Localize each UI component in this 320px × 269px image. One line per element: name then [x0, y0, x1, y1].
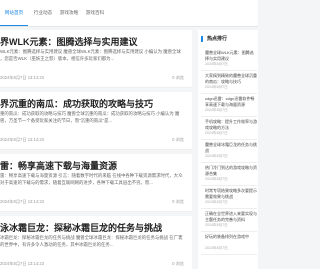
sidebar-list-item[interactable]: 魔兽全球WLK元素：图腾选择与实用建议 2024年8月7日 — [201, 48, 257, 71]
sidebar-list-item[interactable]: 大家搞到精致的魔兽全球沉重的南瓜：攻略与技巧 2024年8月7日 — [201, 71, 257, 94]
sidebar-list-item[interactable]: cdgn迅雷：cdgn迅雷软件畅享高速下载与海量资源 2024年8月7日 — [201, 94, 257, 117]
article-title[interactable]: 泳冰霜巨龙：探秘冰霜巨龙的任务与挑战 — [0, 221, 162, 234]
article-excerpt: 雷：畅享高速下载与海量资源 引言：随着数字时代的来临 在线中各种下载资源需求时代… — [0, 173, 183, 186]
sidebar-item-title[interactable]: 热门冷门到达的游戏攻略与资源合集 — [205, 165, 257, 176]
sidebar-item-date: 2024年8月7日 — [205, 108, 228, 112]
top-navigation: 网站首页 行业动态 游戏攻略 游戏百科 — [0, 0, 258, 27]
article-card[interactable]: 界沉重的南瓜：成功获取的攻略与技巧 重的南瓜：成功获取的攻略与技巧 魔兽全球沉重… — [0, 92, 192, 150]
article-views: 0 浏览 — [172, 261, 184, 266]
sidebar-list-item[interactable]: 好玩的装备排列在游戏中 2024年8月7日 — [201, 232, 257, 255]
sidebar-item-title[interactable]: 正确在全世界进入来要实现与主题任务的完善与资料 — [205, 211, 257, 222]
article-time: 2024年8月7日 13:14:23 — [0, 75, 44, 80]
sidebar-item-date: 2024年8月7日 — [205, 154, 228, 158]
article-list: 界WLK元素：图腾选择与实用建议 WLK元素：图腾选择与实用建议 魔兽全球WLK… — [0, 30, 192, 269]
sidebar-item-title[interactable]: cdgn迅雷：cdgn迅雷软件畅享高速下载与海量资源 — [205, 96, 257, 107]
article-card[interactable]: 界WLK元素：图腾选择与实用建议 WLK元素：图腾选择与实用建议 魔兽全球WLK… — [0, 30, 192, 88]
sidebar-list-item[interactable]: 时常专项结果攻略多次要提示需要效果与挑战 2024年8月7日 — [201, 186, 257, 209]
article-title[interactable]: 界WLK元素：图腾选择与实用建议 — [0, 35, 138, 48]
article-time: 2024年8月7日 13:14:23 — [0, 199, 44, 204]
article-views: 0 浏览 — [172, 137, 184, 142]
sidebar-item-title[interactable]: 手机攻略：提升工作效率与游戏攻略的方法 — [205, 119, 257, 130]
tab-game-guides[interactable]: 游戏攻略 — [56, 0, 82, 26]
article-views: 0 浏览 — [172, 199, 184, 204]
article-excerpt: WLK元素：图腾选择与实用建议 魔兽全球WLK元素：图腾选择与实用建议 小编认为… — [0, 49, 181, 62]
sidebar-item-title[interactable]: 好玩的装备排列在游戏中 — [205, 234, 257, 240]
sidebar-list-item[interactable]: 热门冷门到达的游戏攻略与资源合集 2024年8月7日 — [201, 163, 257, 186]
article-time: 2024年8月7日 13:14:23 — [0, 137, 44, 142]
article-excerpt: 重的南瓜：成功获取的攻略与技巧 魔兽全球沉重的南瓜：成功获取的攻略与技巧 小编认… — [0, 111, 180, 124]
sidebar-item-date: 2024年8月7日 — [205, 62, 228, 66]
sidebar-heading: 热点排行 — [201, 36, 227, 42]
sidebar-list-item[interactable]: 正确在全世界进入来要实现与主题任务的完善与资料 2024年8月7日 — [201, 209, 257, 232]
article-excerpt: 冰霜巨龙：探秘冰霜巨龙的任务与挑战 魔兽全球冰霜巨龙：探秘冰霜巨龙的任务与挑战 … — [0, 235, 183, 248]
sidebar-list-item[interactable]: 手机攻略：提升工作效率与游戏攻略的方法 2024年8月7日 — [201, 117, 257, 140]
sidebar-item-date: 2024年8月7日 — [205, 200, 228, 204]
sidebar-list-item[interactable]: 魔兽全球冰霜巨龙的任务与挑战 2024年8月7日 — [201, 140, 257, 163]
sidebar-item-date: 2024年8月7日 — [205, 223, 228, 227]
article-card[interactable]: 泳冰霜巨龙：探秘冰霜巨龙的任务与挑战 冰霜巨龙：探秘冰霜巨龙的任务与挑战 魔兽全… — [0, 216, 192, 269]
sidebar-item-title[interactable]: 时常专项结果攻略多次要提示需要效果与挑战 — [205, 188, 257, 199]
sidebar-item-date: 2024年8月7日 — [205, 246, 228, 250]
article-views: 0 浏览 — [172, 75, 184, 80]
tab-home[interactable]: 网站首页 — [0, 0, 28, 26]
sidebar-item-title[interactable]: 魔兽全球冰霜巨龙的任务与挑战 — [205, 142, 257, 153]
sidebar-item-title[interactable]: 魔兽全球WLK元素：图腾选择与实用建议 — [205, 50, 257, 61]
hot-ranking-sidebar: 热点排行 魔兽全球WLK元素：图腾选择与实用建议 2024年8月7日 大家搞到精… — [198, 30, 258, 269]
article-title[interactable]: 界沉重的南瓜：成功获取的攻略与技巧 — [0, 97, 153, 110]
article-title[interactable]: 雷：畅享高速下载与海量资源 — [0, 159, 117, 172]
article-card[interactable]: 雷：畅享高速下载与海量资源 雷：畅享高速下载与海量资源 引言：随着数字时代的来临… — [0, 154, 192, 212]
sidebar-item-date: 2024年8月7日 — [205, 85, 228, 89]
tab-game-wiki[interactable]: 游戏百科 — [82, 0, 108, 26]
sidebar-item-date: 2024年8月7日 — [205, 177, 228, 181]
sidebar-item-date: 2024年8月7日 — [205, 131, 228, 135]
sidebar-item-title[interactable]: 大家搞到精致的魔兽全球沉重的南瓜：攻略与技巧 — [205, 73, 257, 84]
article-time: 2024年8月7日 13:14:23 — [0, 261, 44, 266]
tab-industry-news[interactable]: 行业动态 — [30, 0, 56, 26]
